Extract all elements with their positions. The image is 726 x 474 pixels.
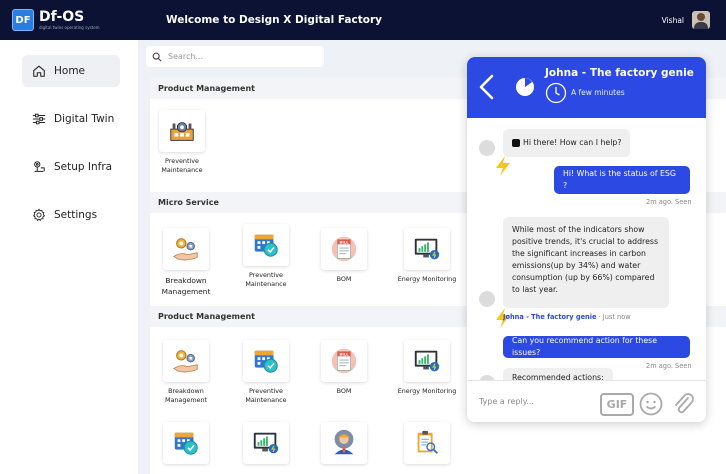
sidebar-item-setup-infra[interactable]: Setup Infra (22, 151, 120, 183)
user-name: Vishal (661, 15, 684, 25)
tile-monitor[interactable] (229, 422, 303, 464)
lightning-icon (493, 155, 513, 177)
bot-message: Hi there! How can I help? (503, 129, 631, 157)
bill-icon (321, 340, 367, 382)
emoji-icon[interactable] (639, 392, 663, 416)
back-arrow-icon[interactable] (477, 73, 495, 101)
message-text: While most of the indicators show positi… (512, 225, 659, 294)
tile-label: Breakdown Management (164, 387, 208, 404)
tile-inspection[interactable] (390, 422, 464, 464)
sidebar-item-digital-twin[interactable]: Digital Twin (22, 103, 120, 135)
reply-input[interactable] (479, 397, 589, 406)
message-meta: 2m ago. Seen (646, 198, 692, 206)
message-text: Hi! What is the status of ESG ? (563, 169, 676, 190)
tile-label: Breakdown Management (161, 276, 211, 296)
calendar-gear-icon (243, 224, 289, 266)
tile-label: Energy Monitoring (397, 387, 457, 395)
hand-gears-icon (163, 228, 209, 270)
sidebar-item-home[interactable]: Home (22, 55, 120, 87)
chat-subtitle: A few minutes (571, 88, 625, 97)
tile-energy-monitoring[interactable]: Energy Monitoring (390, 340, 464, 396)
clipboard-search-icon (404, 422, 450, 464)
app-logo[interactable]: DF Df-OS digital twins operating system (12, 9, 142, 31)
attachment-icon[interactable] (671, 391, 695, 417)
chat-title: Johna - The factory genie (545, 67, 694, 79)
factory-gear-icon (159, 110, 205, 152)
tile-bom[interactable]: BOM (307, 228, 381, 284)
sidebar-item-label: Settings (54, 209, 98, 221)
welcome-title: Welcome to Design X Digital Factory (166, 14, 382, 26)
message-meta: 2m ago. Seen (646, 362, 692, 370)
chat-composer: GIF (467, 380, 706, 422)
tile-label: Preventive Maintenance (245, 271, 287, 288)
worker-gear-icon (321, 422, 367, 464)
search-input[interactable] (168, 52, 318, 61)
calendar-gear-icon (243, 340, 289, 382)
message-meta: Johna - The factory genie · Just now (503, 313, 631, 321)
sidebar-item-label: Home (54, 65, 86, 77)
chat-header: Johna - The factory genie A few minutes (467, 57, 706, 118)
calendar-gear-icon (163, 422, 209, 464)
tile-breakdown-management[interactable]: Breakdown Management (149, 340, 223, 405)
bill-icon (321, 228, 367, 270)
message-text: Can you recommend action for these issue… (512, 336, 658, 357)
monitor-chart-icon (243, 422, 289, 464)
gif-button[interactable]: GIF (600, 393, 634, 416)
user-message: Can you recommend action for these issue… (503, 336, 690, 358)
logo-text: Df-OS digital twins operating system (39, 9, 100, 31)
tile-scheduler[interactable] (149, 422, 223, 464)
user-menu[interactable]: Vishal (662, 11, 710, 29)
tile-breakdown-management[interactable]: Breakdown Management (149, 228, 223, 297)
bot-chip-icon (512, 139, 520, 147)
message-text: Hi there! How can I help? (523, 138, 622, 147)
genie-avatar-icon (515, 77, 535, 97)
tile-label: Energy Monitoring (397, 275, 457, 283)
tile-label: Preventive Maintenance (161, 157, 203, 174)
sliders-icon (32, 112, 46, 126)
top-bar: DF Df-OS digital twins operating system … (0, 0, 726, 40)
sidebar-item-settings[interactable]: Settings (22, 199, 120, 231)
bot-avatar (479, 291, 495, 307)
tile-bom[interactable]: BOM (307, 340, 381, 396)
search-bar[interactable] (146, 46, 324, 67)
tile-label: BOM (336, 387, 352, 395)
clock-icon (545, 82, 567, 104)
logo-tagline: digital twins operating system (39, 25, 100, 30)
avatar[interactable] (692, 11, 710, 29)
chat-panel: Johna - The factory genie A few minutes … (467, 57, 706, 422)
bot-message: While most of the indicators show positi… (503, 217, 669, 308)
hand-gears-icon (163, 340, 209, 382)
logo-badge: DF (12, 9, 34, 31)
sidebar-item-label: Digital Twin (54, 113, 115, 125)
tile-preventive-maintenance[interactable]: Preventive Maintenance (229, 340, 303, 405)
tile-energy-monitoring[interactable]: Energy Monitoring (390, 228, 464, 284)
sidebar: Home Digital Twin Setup Infra Settings (0, 40, 138, 474)
user-message: Hi! What is the status of ESG ? (554, 166, 690, 194)
tile-label: Preventive Maintenance (245, 387, 287, 404)
bot-avatar (479, 140, 495, 156)
monitor-chart-icon (404, 228, 450, 270)
search-icon (152, 47, 162, 66)
sender-name: Johna - The factory genie (503, 313, 597, 321)
tile-preventive-maintenance[interactable]: Preventive Maintenance (229, 224, 303, 289)
infra-icon (32, 160, 46, 174)
home-icon (32, 64, 46, 78)
logo-name: Df-OS (39, 9, 85, 25)
gear-icon (32, 208, 46, 222)
monitor-chart-icon (404, 340, 450, 382)
tile-workforce[interactable] (307, 422, 381, 464)
tile-label: BOM (336, 275, 352, 283)
sidebar-item-label: Setup Infra (54, 161, 113, 173)
tile-preventive-maintenance[interactable]: Preventive Maintenance (145, 110, 219, 175)
message-time: Just now (602, 313, 631, 321)
